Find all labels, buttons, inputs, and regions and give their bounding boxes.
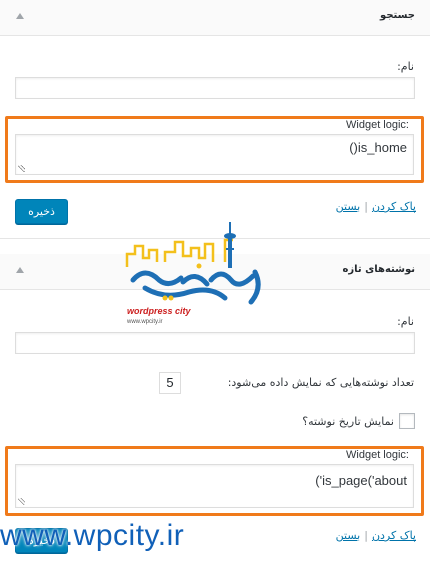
widget-title: نوشته‌های تازه <box>342 264 415 275</box>
close-link[interactable]: بستن <box>336 200 361 213</box>
widget-control-links: پاک کردن |بستن <box>336 200 416 213</box>
widget-logic-highlight: Widget logic: ('is_page('about <box>5 446 424 516</box>
resize-grip-icon[interactable] <box>18 165 25 172</box>
widget-logic-label: Widget logic: <box>346 119 409 131</box>
resize-grip-icon[interactable] <box>18 498 25 505</box>
delete-link[interactable]: پاک کردن <box>372 200 416 213</box>
close-link[interactable]: بستن <box>336 529 361 542</box>
name-input[interactable] <box>15 332 415 354</box>
widget-logic-textarea[interactable]: ()is_home <box>15 134 414 175</box>
site-watermark: www.wpcity.ir <box>0 519 185 552</box>
widget-logic-label: Widget logic: <box>346 449 409 461</box>
widget-logic-textarea[interactable]: ('is_page('about <box>15 464 414 508</box>
collapse-arrow-icon[interactable] <box>16 267 24 273</box>
logo-subtitle: wordpress city <box>127 306 192 316</box>
name-label: نام: <box>397 60 414 73</box>
delete-link[interactable]: پاک کردن <box>372 529 416 542</box>
show-date-label: نمایش تاریخ نوشته؟ <box>302 415 394 428</box>
link-separator: | <box>364 200 368 213</box>
search-widget-header[interactable]: جستجو <box>0 0 430 36</box>
collapse-arrow-icon[interactable] <box>16 13 24 19</box>
widget-title: جستجو <box>380 10 415 21</box>
show-date-checkbox[interactable] <box>399 413 415 429</box>
logo-url: www.wpcity.ir <box>126 319 163 325</box>
save-button[interactable]: ذخیره <box>15 199 68 224</box>
widget-control-links: پاک کردن |بستن <box>336 529 416 542</box>
widget-logic-value: ('is_page('about <box>315 473 407 488</box>
name-input[interactable] <box>15 77 415 99</box>
name-label: نام: <box>397 315 414 328</box>
widget-logic-highlight: Widget logic: ()is_home <box>5 116 424 183</box>
posts-count-label: تعداد نوشته‌هایی که نمایش داده می‌شود: <box>227 376 414 389</box>
link-separator: | <box>364 529 368 542</box>
wpcity-logo: wordpress city www.wpcity.ir <box>125 222 261 325</box>
posts-count-input[interactable]: 5 <box>159 372 181 394</box>
widget-logic-value: ()is_home <box>349 140 407 155</box>
